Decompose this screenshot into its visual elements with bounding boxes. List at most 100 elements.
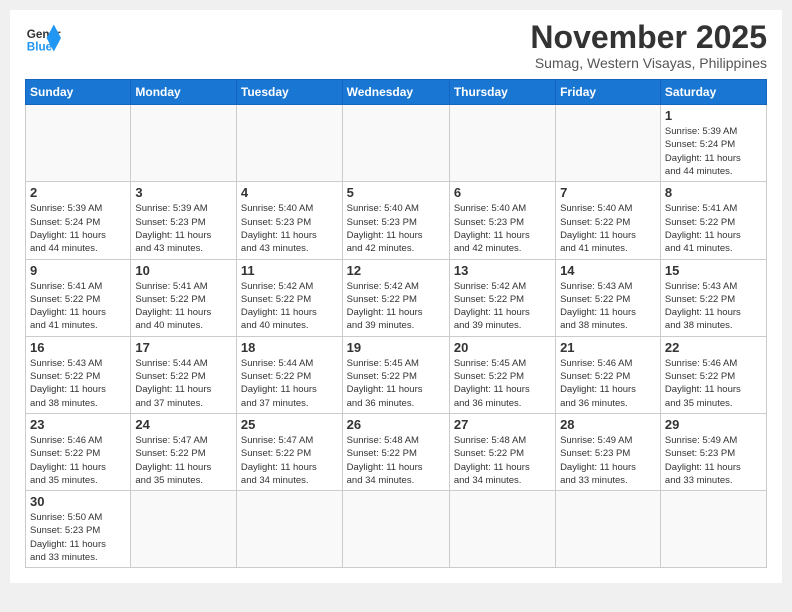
day-number: 14 [560,263,656,278]
calendar-cell [660,491,766,568]
day-info: Sunrise: 5:40 AM Sunset: 5:23 PM Dayligh… [241,202,338,255]
day-number: 19 [347,340,445,355]
subtitle: Sumag, Western Visayas, Philippines [530,55,767,71]
calendar-cell: 3Sunrise: 5:39 AM Sunset: 5:23 PM Daylig… [131,182,237,259]
day-info: Sunrise: 5:47 AM Sunset: 5:22 PM Dayligh… [135,434,232,487]
day-number: 7 [560,185,656,200]
day-number: 13 [454,263,551,278]
logo: General Blue [25,20,61,56]
day-info: Sunrise: 5:44 AM Sunset: 5:22 PM Dayligh… [241,357,338,410]
day-info: Sunrise: 5:43 AM Sunset: 5:22 PM Dayligh… [665,280,762,333]
calendar-cell: 17 Sunrise: 5:44 AM Sunset: 5:22 PM Dayli… [131,336,237,413]
logo-icon: General Blue [25,20,61,56]
calendar-cell [342,491,449,568]
calendar-header-row: SundayMondayTuesdayWednesdayThursdayFrid… [26,80,767,105]
calendar-cell: 9Sunrise: 5:41 AM Sunset: 5:22 PM Daylig… [26,259,131,336]
calendar: SundayMondayTuesdayWednesdayThursdayFrid… [25,79,767,568]
calendar-cell: 23Sunrise: 5:46 AM Sunset: 5:22 PM Dayli… [26,413,131,490]
title-area: November 2025 Sumag, Western Visayas, Ph… [530,20,767,71]
calendar-cell [131,491,237,568]
day-number: 20 [454,340,551,355]
day-number: 24 [135,417,232,432]
calendar-cell: 25 Sunrise: 5:47 AM Sunset: 5:22 PM Dayli… [236,413,342,490]
day-number: 17 [135,340,232,355]
day-info: Sunrise: 5:49 AM Sunset: 5:23 PM Dayligh… [665,434,762,487]
calendar-cell [556,491,661,568]
calendar-cell [556,105,661,182]
day-info: Sunrise: 5:47 AM Sunset: 5:22 PM Dayligh… [241,434,338,487]
calendar-cell: 19 Sunrise: 5:45 AM Sunset: 5:22 PM Dayli… [342,336,449,413]
day-info: Sunrise: 5:42 AM Sunset: 5:22 PM Dayligh… [454,280,551,333]
day-info: Sunrise: 5:45 AM Sunset: 5:22 PM Dayligh… [454,357,551,410]
day-info: Sunrise: 5:45 AM Sunset: 5:22 PM Dayligh… [347,357,445,410]
calendar-cell: 24 Sunrise: 5:47 AM Sunset: 5:22 PM Dayli… [131,413,237,490]
day-number: 16 [30,340,126,355]
day-number: 26 [347,417,445,432]
calendar-cell: 30Sunrise: 5:50 AM Sunset: 5:23 PM Dayli… [26,491,131,568]
calendar-cell: 26 Sunrise: 5:48 AM Sunset: 5:22 PM Dayli… [342,413,449,490]
day-info: Sunrise: 5:44 AM Sunset: 5:22 PM Dayligh… [135,357,232,410]
calendar-cell: 15 Sunrise: 5:43 AM Sunset: 5:22 PM Dayli… [660,259,766,336]
header: General Blue November 2025 Sumag, Wester… [25,20,767,71]
calendar-cell: 13 Sunrise: 5:42 AM Sunset: 5:22 PM Dayli… [449,259,555,336]
day-info: Sunrise: 5:49 AM Sunset: 5:23 PM Dayligh… [560,434,656,487]
day-of-week-header: Friday [556,80,661,105]
calendar-cell: 5 Sunrise: 5:40 AM Sunset: 5:23 PM Daylig… [342,182,449,259]
day-number: 11 [241,263,338,278]
day-number: 6 [454,185,551,200]
calendar-cell: 27 Sunrise: 5:48 AM Sunset: 5:22 PM Dayli… [449,413,555,490]
day-number: 3 [135,185,232,200]
day-info: Sunrise: 5:46 AM Sunset: 5:22 PM Dayligh… [560,357,656,410]
day-of-week-header: Thursday [449,80,555,105]
calendar-cell: 16 Sunrise: 5:43 AM Sunset: 5:22 PM Dayli… [26,336,131,413]
day-info: Sunrise: 5:41 AM Sunset: 5:22 PM Dayligh… [665,202,762,255]
day-info: Sunrise: 5:41 AM Sunset: 5:22 PM Dayligh… [135,280,232,333]
calendar-cell: 18Sunrise: 5:44 AM Sunset: 5:22 PM Dayli… [236,336,342,413]
calendar-cell [236,105,342,182]
day-info: Sunrise: 5:46 AM Sunset: 5:22 PM Dayligh… [665,357,762,410]
day-number: 5 [347,185,445,200]
day-number: 8 [665,185,762,200]
day-info: Sunrise: 5:42 AM Sunset: 5:22 PM Dayligh… [347,280,445,333]
page: General Blue November 2025 Sumag, Wester… [10,10,782,583]
calendar-cell: 2Sunrise: 5:39 AM Sunset: 5:24 PM Daylig… [26,182,131,259]
day-info: Sunrise: 5:40 AM Sunset: 5:22 PM Dayligh… [560,202,656,255]
day-info: Sunrise: 5:42 AM Sunset: 5:22 PM Dayligh… [241,280,338,333]
calendar-cell: 28 Sunrise: 5:49 AM Sunset: 5:23 PM Dayli… [556,413,661,490]
calendar-cell: 14 Sunrise: 5:43 AM Sunset: 5:22 PM Dayli… [556,259,661,336]
day-number: 21 [560,340,656,355]
calendar-cell: 1 Sunrise: 5:39 AM Sunset: 5:24 PM Daylig… [660,105,766,182]
day-info: Sunrise: 5:50 AM Sunset: 5:23 PM Dayligh… [30,511,126,564]
day-number: 4 [241,185,338,200]
calendar-cell: 21 Sunrise: 5:46 AM Sunset: 5:22 PM Dayli… [556,336,661,413]
day-info: Sunrise: 5:48 AM Sunset: 5:22 PM Dayligh… [347,434,445,487]
day-of-week-header: Monday [131,80,237,105]
day-info: Sunrise: 5:43 AM Sunset: 5:22 PM Dayligh… [560,280,656,333]
day-info: Sunrise: 5:46 AM Sunset: 5:22 PM Dayligh… [30,434,126,487]
day-of-week-header: Tuesday [236,80,342,105]
day-number: 1 [665,108,762,123]
day-number: 15 [665,263,762,278]
calendar-cell: 7 Sunrise: 5:40 AM Sunset: 5:22 PM Daylig… [556,182,661,259]
calendar-cell [449,491,555,568]
calendar-cell [236,491,342,568]
day-number: 25 [241,417,338,432]
calendar-cell [342,105,449,182]
day-info: Sunrise: 5:48 AM Sunset: 5:22 PM Dayligh… [454,434,551,487]
day-number: 10 [135,263,232,278]
month-title: November 2025 [530,20,767,55]
svg-text:Blue: Blue [27,41,53,54]
calendar-cell: 11 Sunrise: 5:42 AM Sunset: 5:22 PM Dayli… [236,259,342,336]
day-number: 27 [454,417,551,432]
day-of-week-header: Sunday [26,80,131,105]
day-number: 12 [347,263,445,278]
day-of-week-header: Saturday [660,80,766,105]
calendar-cell [449,105,555,182]
day-number: 29 [665,417,762,432]
calendar-cell: 29 Sunrise: 5:49 AM Sunset: 5:23 PM Dayli… [660,413,766,490]
day-info: Sunrise: 5:43 AM Sunset: 5:22 PM Dayligh… [30,357,126,410]
day-number: 28 [560,417,656,432]
day-info: Sunrise: 5:40 AM Sunset: 5:23 PM Dayligh… [347,202,445,255]
day-info: Sunrise: 5:39 AM Sunset: 5:24 PM Dayligh… [665,125,762,178]
day-number: 2 [30,185,126,200]
